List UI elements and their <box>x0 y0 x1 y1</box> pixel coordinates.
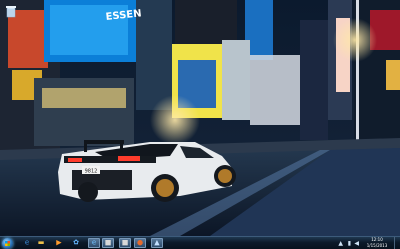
taskbar: e ▬ ▶ ✿ e ■ ■ ● ▲ ▲ ▮ ◀ 12:10 1/15/2013 <box>0 236 400 249</box>
ie-window-icon[interactable]: e <box>88 238 100 248</box>
clock[interactable]: 12:10 1/15/2013 <box>362 237 392 249</box>
wallpaper: 9812 ESSEN <box>0 0 400 236</box>
internet-explorer-glyph: e <box>24 238 30 247</box>
app-window-icon[interactable]: ■ <box>102 238 114 248</box>
folder-glyph: ▬ <box>37 238 45 247</box>
internet-explorer-icon[interactable]: e <box>21 238 33 248</box>
app-window-glyph: ■ <box>121 238 129 247</box>
volume-icon[interactable]: ◀ <box>354 240 359 247</box>
folder-icon[interactable]: ▬ <box>35 238 47 248</box>
media-player-glyph: ▶ <box>56 238 62 247</box>
photo-icon[interactable]: ▲ <box>151 238 163 248</box>
app-window-icon-2[interactable]: ■ <box>119 238 131 248</box>
license-plate: 9812 <box>85 169 98 175</box>
tray-arrow-icon[interactable]: ▲ <box>338 240 343 247</box>
app-window-glyph: ■ <box>104 238 112 247</box>
messenger-glyph: ✿ <box>73 238 79 247</box>
recycle-bin-icon[interactable] <box>4 4 18 18</box>
firefox-glyph: ● <box>136 238 144 247</box>
windows-logo-icon <box>5 241 10 246</box>
photo-glyph: ▲ <box>154 238 160 247</box>
clock-date: 1/15/2013 <box>366 243 388 248</box>
firefox-icon[interactable]: ● <box>134 238 146 248</box>
show-desktop-button[interactable] <box>394 237 400 249</box>
start-button[interactable] <box>2 238 13 249</box>
media-player-icon[interactable]: ▶ <box>53 238 65 248</box>
ie-window-glyph: e <box>91 238 97 247</box>
messenger-icon[interactable]: ✿ <box>70 238 82 248</box>
network-icon[interactable]: ▮ <box>348 240 351 247</box>
desktop[interactable]: 9812 ESSEN <box>0 0 400 236</box>
